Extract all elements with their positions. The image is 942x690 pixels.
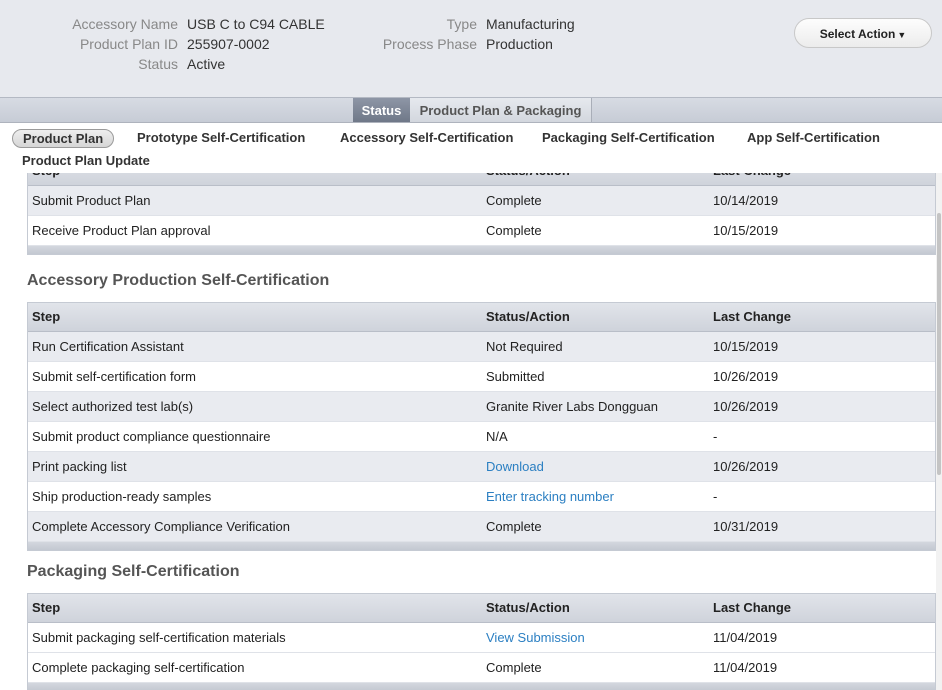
column-status-action: Status/Action [486, 173, 570, 185]
content-area: Step Status/Action Last Change Submit Pr… [0, 173, 936, 690]
status-cell: Submitted [486, 369, 545, 384]
subnav-app-self-certification[interactable]: App Self-Certification [747, 128, 880, 147]
table-row: Complete Accessory Compliance Verificati… [28, 512, 935, 542]
step-cell: Complete packaging self-certification [32, 660, 245, 675]
tab-product-plan-packaging[interactable]: Product Plan & Packaging [410, 98, 592, 122]
table-footer [28, 542, 935, 550]
subnav-packaging-self-certification[interactable]: Packaging Self-Certification [542, 128, 715, 147]
date-cell: 10/26/2019 [713, 459, 779, 474]
download-link[interactable]: Download [486, 452, 544, 481]
date-cell: 10/26/2019 [713, 399, 779, 414]
date-cell: - [713, 429, 718, 444]
table-row: Submit product compliance questionnaire … [28, 422, 935, 452]
status-cell: Complete [486, 193, 542, 208]
step-cell: Submit product compliance questionnaire [32, 429, 271, 444]
date-cell: 11/04/2019 [713, 630, 778, 645]
status-cell: Granite River Labs Dongguan [486, 399, 658, 414]
view-submission-link[interactable]: View Submission [486, 623, 585, 652]
table-row: Submit packaging self-certification mate… [28, 623, 935, 653]
enter-tracking-number-link[interactable]: Enter tracking number [486, 482, 614, 511]
table-row: Submit Product Plan Complete 10/14/2019 [28, 186, 935, 216]
date-cell: 10/31/2019 [713, 519, 779, 534]
process-phase-label: Process Phase [382, 36, 477, 52]
table-header: Step Status/Action Last Change [28, 594, 935, 623]
status-cell: Complete [486, 519, 542, 534]
accessory-name-label: Accessory Name [72, 16, 178, 32]
column-step: Step [32, 600, 61, 615]
table-header: Step Status/Action Last Change [28, 303, 935, 332]
step-cell: Submit packaging self-certification mate… [32, 630, 286, 645]
subnav-prototype-self-certification[interactable]: Prototype Self-Certification [137, 128, 305, 147]
column-last-change: Last Change [713, 309, 792, 324]
product-plan-table: Step Status/Action Last Change Submit Pr… [27, 173, 936, 255]
status-value: Active [187, 56, 226, 72]
table-header: Step Status/Action Last Change [28, 173, 935, 186]
date-cell: 10/15/2019 [713, 223, 779, 238]
table-footer [28, 246, 935, 254]
column-step: Step [32, 173, 60, 185]
select-action-label: Select Action [819, 27, 896, 41]
subnav-product-plan-update[interactable]: Product Plan Update [22, 151, 150, 170]
status-cell: N/A [486, 429, 508, 444]
table-row: Submit self-certification form Submitted… [28, 362, 935, 392]
column-step: Step [32, 309, 61, 324]
sub-navigation: Product Plan Prototype Self-Certificatio… [0, 123, 942, 173]
type-value: Manufacturing [486, 16, 575, 32]
step-cell: Ship production-ready samples [32, 489, 212, 504]
step-cell: Run Certification Assistant [32, 339, 184, 354]
accessory-name-value: USB C to C94 CABLE [187, 16, 325, 32]
step-cell: Submit self-certification form [32, 369, 196, 384]
accessory-production-table: Step Status/Action Last Change Run Certi… [27, 302, 936, 551]
process-phase-value: Production [486, 36, 553, 52]
table-row: Complete packaging self-certification Co… [28, 653, 935, 683]
table-row: Receive Product Plan approval Complete 1… [28, 216, 935, 246]
product-plan-id-value: 255907-0002 [187, 36, 270, 52]
table-row: Select authorized test lab(s) Granite Ri… [28, 392, 935, 422]
subnav-accessory-self-certification[interactable]: Accessory Self-Certification [340, 128, 513, 147]
date-cell: - [713, 489, 718, 504]
product-plan-id-label: Product Plan ID [79, 36, 178, 52]
date-cell: 11/04/2019 [713, 660, 778, 675]
subnav-product-plan[interactable]: Product Plan [12, 129, 115, 148]
step-cell: Print packing list [32, 459, 127, 474]
main-tab-bar: Status Product Plan & Packaging [0, 97, 942, 123]
date-cell: 10/14/2019 [713, 193, 779, 208]
plan-header: Accessory Name USB C to C94 CABLE Produc… [0, 0, 942, 97]
caret-down-icon: ▼ [897, 30, 907, 40]
table-row: Run Certification Assistant Not Required… [28, 332, 935, 362]
scrollbar-thumb[interactable] [937, 213, 941, 475]
table-row: Ship production-ready samples Enter trac… [28, 482, 935, 512]
type-label: Type [446, 16, 477, 32]
packaging-table: Step Status/Action Last Change Submit pa… [27, 593, 936, 690]
step-cell: Select authorized test lab(s) [32, 399, 194, 414]
status-cell: Not Required [486, 339, 563, 354]
step-cell: Receive Product Plan approval [32, 223, 211, 238]
status-cell: Complete [486, 223, 542, 238]
column-status-action: Status/Action [486, 600, 570, 615]
select-action-button[interactable]: Select Action ▼ [794, 18, 932, 48]
date-cell: 10/15/2019 [713, 339, 779, 354]
accessory-section-title: Accessory Production Self-Certification [27, 272, 330, 289]
column-status-action: Status/Action [486, 309, 570, 324]
tab-status[interactable]: Status [353, 98, 410, 122]
step-cell: Complete Accessory Compliance Verificati… [32, 519, 290, 534]
packaging-section-title: Packaging Self-Certification [27, 563, 240, 580]
column-last-change: Last Change [713, 173, 791, 185]
table-footer [28, 683, 935, 690]
step-cell: Submit Product Plan [32, 193, 151, 208]
status-cell: Complete [486, 660, 542, 675]
table-row: Print packing list Download 10/26/2019 [28, 452, 935, 482]
status-label: Status [138, 56, 178, 72]
date-cell: 10/26/2019 [713, 369, 779, 384]
column-last-change: Last Change [713, 600, 792, 615]
